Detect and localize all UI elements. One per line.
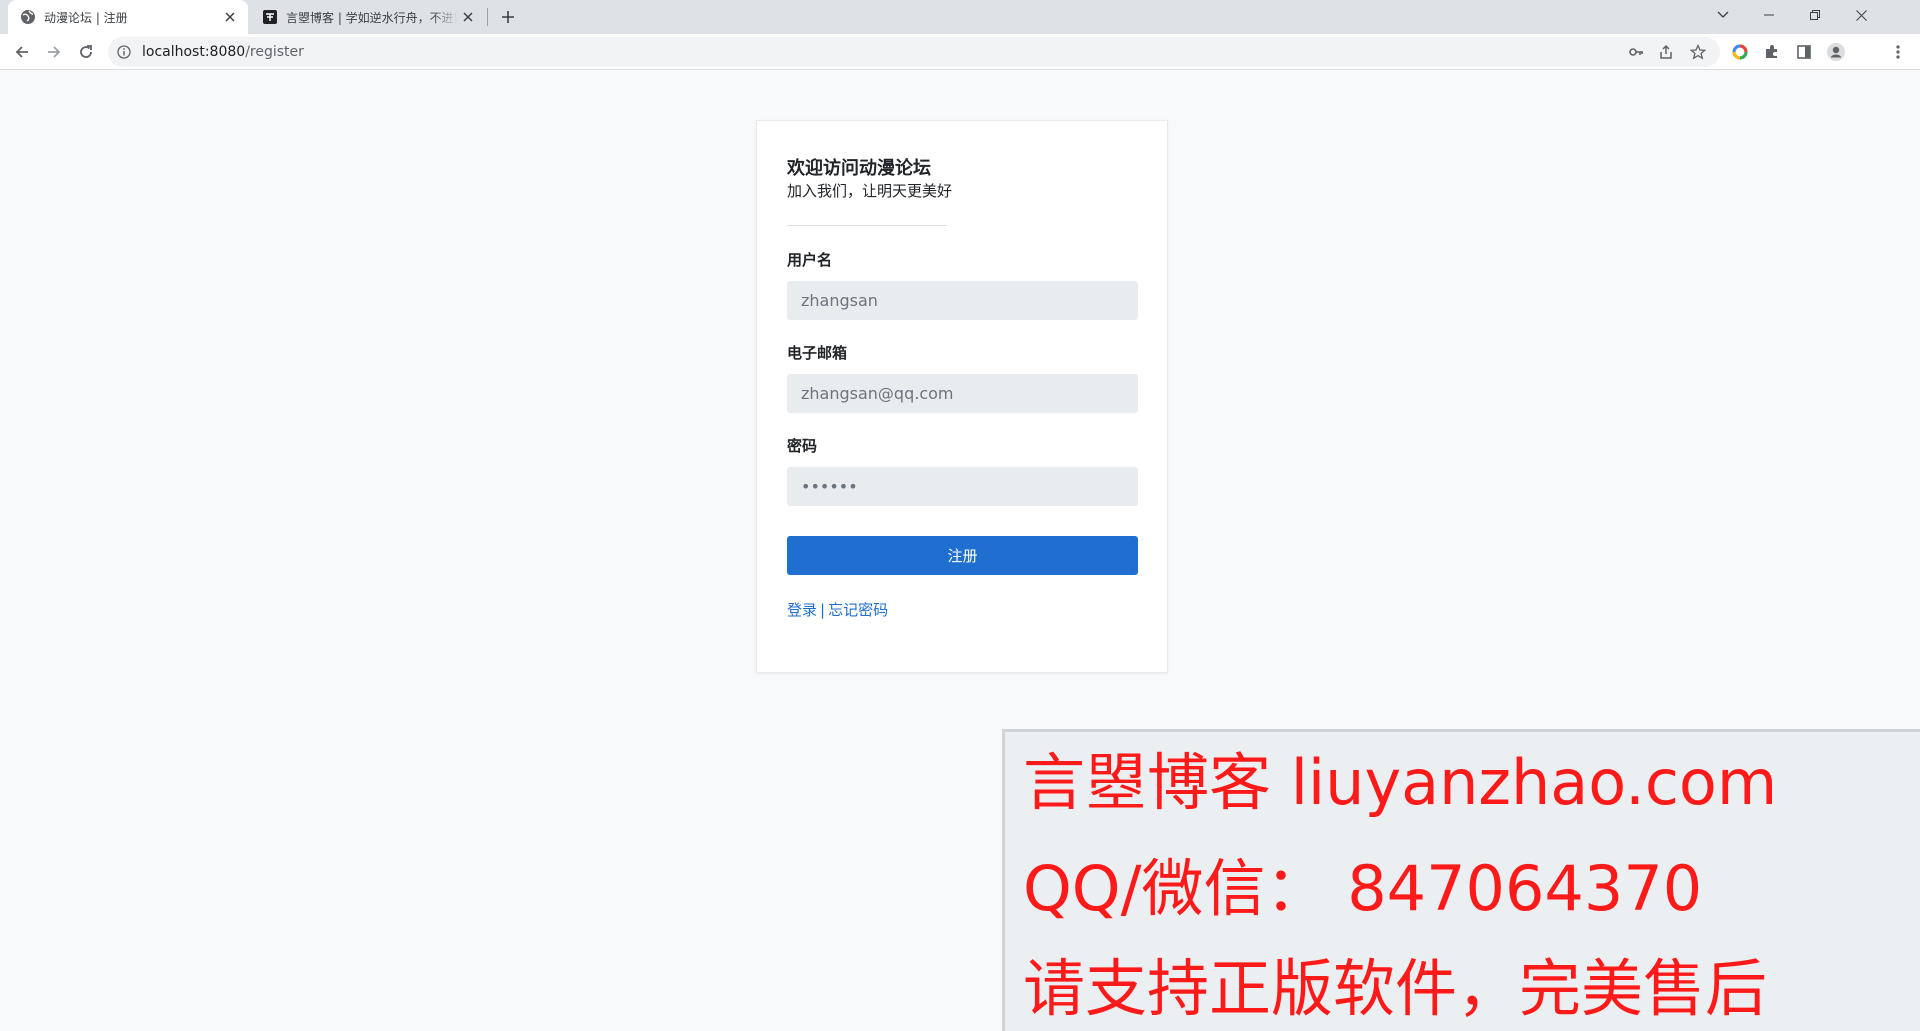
kebab-menu-icon[interactable] bbox=[1884, 38, 1912, 66]
watermark-line-1: 言曌博客 liuyanzhao.com bbox=[1023, 746, 1778, 819]
arrow-left-icon bbox=[15, 46, 28, 58]
reload-icon bbox=[80, 45, 92, 58]
extensions-puzzle-icon[interactable] bbox=[1758, 38, 1786, 66]
globe-icon bbox=[20, 9, 36, 25]
chevron-down-icon bbox=[1717, 11, 1729, 18]
login-link[interactable]: 登录 bbox=[787, 601, 817, 619]
google-extension-icon[interactable] bbox=[1726, 38, 1754, 66]
tab-title: 动漫论坛 | 注册 bbox=[44, 10, 128, 25]
password-input[interactable] bbox=[787, 467, 1138, 506]
link-separator: | bbox=[820, 601, 826, 619]
watermark-line-3: 请支持正版软件，完美售后 bbox=[1023, 952, 1768, 1025]
tab-search-button[interactable] bbox=[1700, 0, 1746, 30]
username-input[interactable] bbox=[787, 281, 1138, 320]
restore-icon bbox=[1810, 10, 1820, 20]
watermark-overlay: 言曌博客 liuyanzhao.com QQ/微信： 847064370 请支持… bbox=[1002, 729, 1920, 1031]
close-tab-icon[interactable] bbox=[458, 7, 478, 27]
url-text[interactable]: localhost:8080/register bbox=[142, 44, 304, 60]
email-input[interactable] bbox=[787, 374, 1138, 413]
url-path: /register bbox=[245, 44, 304, 60]
address-bar[interactable]: localhost:8080/register bbox=[108, 37, 1720, 67]
tab-title: 言曌博客 | 学如逆水行舟，不进则退 bbox=[286, 10, 458, 25]
plus-icon bbox=[502, 11, 514, 23]
divider bbox=[787, 225, 947, 226]
blog-favicon-icon bbox=[262, 9, 278, 25]
forgot-password-link[interactable]: 忘记密码 bbox=[828, 601, 888, 619]
profile-avatar-icon[interactable] bbox=[1822, 38, 1850, 66]
password-label: 密码 bbox=[787, 437, 818, 455]
username-label: 用户名 bbox=[787, 251, 833, 269]
watermark-line-2: QQ/微信： 847064370 bbox=[1023, 852, 1703, 925]
new-tab-button[interactable] bbox=[496, 5, 520, 29]
browser-toolbar: localhost:8080/register bbox=[0, 34, 1920, 70]
page-title: 欢迎访问动漫论坛 bbox=[787, 158, 931, 179]
minimize-icon bbox=[1764, 14, 1774, 16]
register-card: 欢迎访问动漫论坛 加入我们，让明天更美好 用户名 电子邮箱 密码 注册 登录|忘… bbox=[756, 120, 1168, 673]
tab-register[interactable]: 动漫论坛 | 注册 bbox=[8, 0, 248, 34]
reload-button[interactable] bbox=[72, 38, 100, 66]
minimize-button[interactable] bbox=[1746, 0, 1792, 30]
password-key-icon[interactable] bbox=[1624, 40, 1648, 64]
close-window-button[interactable] bbox=[1838, 0, 1884, 30]
auth-links: 登录 | 忘记密码 bbox=[787, 599, 888, 620]
close-tab-icon[interactable] bbox=[220, 7, 240, 27]
register-button[interactable]: 注册 bbox=[787, 536, 1138, 575]
tab-divider bbox=[487, 8, 488, 26]
arrow-right-icon bbox=[48, 46, 61, 58]
page-subtitle: 加入我们，让明天更美好 bbox=[787, 182, 953, 200]
back-button[interactable] bbox=[8, 38, 36, 66]
info-icon[interactable] bbox=[116, 44, 132, 60]
forward-button[interactable] bbox=[40, 38, 68, 66]
url-host: localhost:8080 bbox=[142, 44, 246, 60]
share-icon[interactable] bbox=[1654, 40, 1678, 64]
close-icon bbox=[1855, 9, 1867, 21]
browser-tab-strip: 动漫论坛 | 注册 言曌博客 | 学如逆水行舟，不进则退 bbox=[0, 0, 1920, 34]
email-label: 电子邮箱 bbox=[787, 344, 848, 362]
side-panel-icon[interactable] bbox=[1790, 38, 1818, 66]
tab-blog[interactable]: 言曌博客 | 学如逆水行舟，不进则退 bbox=[250, 0, 486, 34]
restore-button[interactable] bbox=[1792, 0, 1838, 30]
bookmark-star-icon[interactable] bbox=[1686, 40, 1710, 64]
